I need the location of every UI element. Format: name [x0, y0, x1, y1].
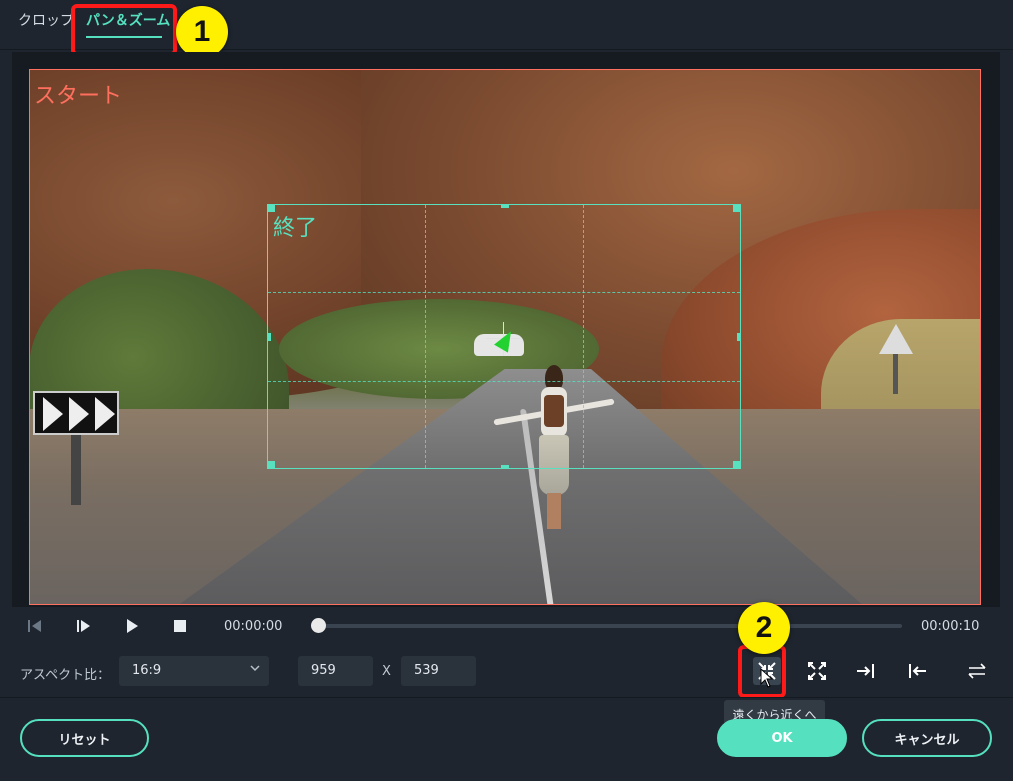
resize-handle[interactable] [733, 204, 741, 212]
zoom-out-button[interactable] [803, 657, 831, 685]
cancel-button[interactable]: キャンセル [862, 719, 992, 757]
aspect-ratio-value: 16:9 [132, 663, 162, 678]
step-badge-1: 1 [176, 6, 228, 58]
resize-handle[interactable] [501, 204, 509, 208]
play-icon[interactable] [123, 617, 141, 635]
stop-icon[interactable] [171, 617, 189, 635]
grid-line [583, 205, 584, 468]
width-field[interactable]: 959 [298, 656, 373, 686]
resize-handle[interactable] [737, 333, 741, 341]
grid-line [268, 381, 740, 382]
move-right-button[interactable] [852, 657, 880, 685]
height-field[interactable]: 539 [401, 656, 476, 686]
step-badge-2: 2 [738, 602, 790, 654]
ok-button[interactable]: OK [717, 719, 847, 757]
resize-handle[interactable] [267, 461, 275, 469]
arrow-to-left-icon [909, 664, 926, 678]
chevron-sign [33, 391, 119, 435]
timeline-scrubber[interactable] [311, 618, 326, 633]
current-time: 00:00:00 [224, 619, 283, 634]
resize-handle[interactable] [733, 461, 741, 469]
sign-post [893, 354, 898, 394]
swap-button[interactable] [963, 657, 991, 685]
reset-button[interactable]: リセット [20, 719, 149, 757]
aspect-ratio-select[interactable]: 16:9 [119, 656, 269, 686]
start-frame-label: スタート [34, 84, 123, 109]
next-frame-icon[interactable] [75, 617, 93, 635]
divider [0, 697, 1013, 698]
swap-arrows-icon [968, 663, 986, 679]
aspect-ratio-label: アスペクト比： [20, 668, 111, 683]
total-time: 00:00:10 [921, 619, 980, 634]
tab-crop[interactable]: クロップ [18, 10, 74, 30]
chevron-down-icon [250, 663, 260, 676]
highlight-box-tab [71, 4, 177, 56]
resize-handle[interactable] [501, 465, 509, 469]
end-frame-label: 終了 [273, 216, 318, 241]
grid-line [268, 292, 740, 293]
resize-handle[interactable] [267, 333, 271, 341]
dimension-separator: X [382, 664, 391, 679]
arrow-to-right-icon [857, 664, 874, 678]
near-to-far-icon [808, 662, 826, 680]
previous-frame-icon[interactable] [26, 617, 44, 635]
move-left-button[interactable] [903, 657, 931, 685]
timeline-track[interactable] [318, 624, 902, 628]
sign-post [71, 435, 81, 505]
grid-line [425, 205, 426, 468]
